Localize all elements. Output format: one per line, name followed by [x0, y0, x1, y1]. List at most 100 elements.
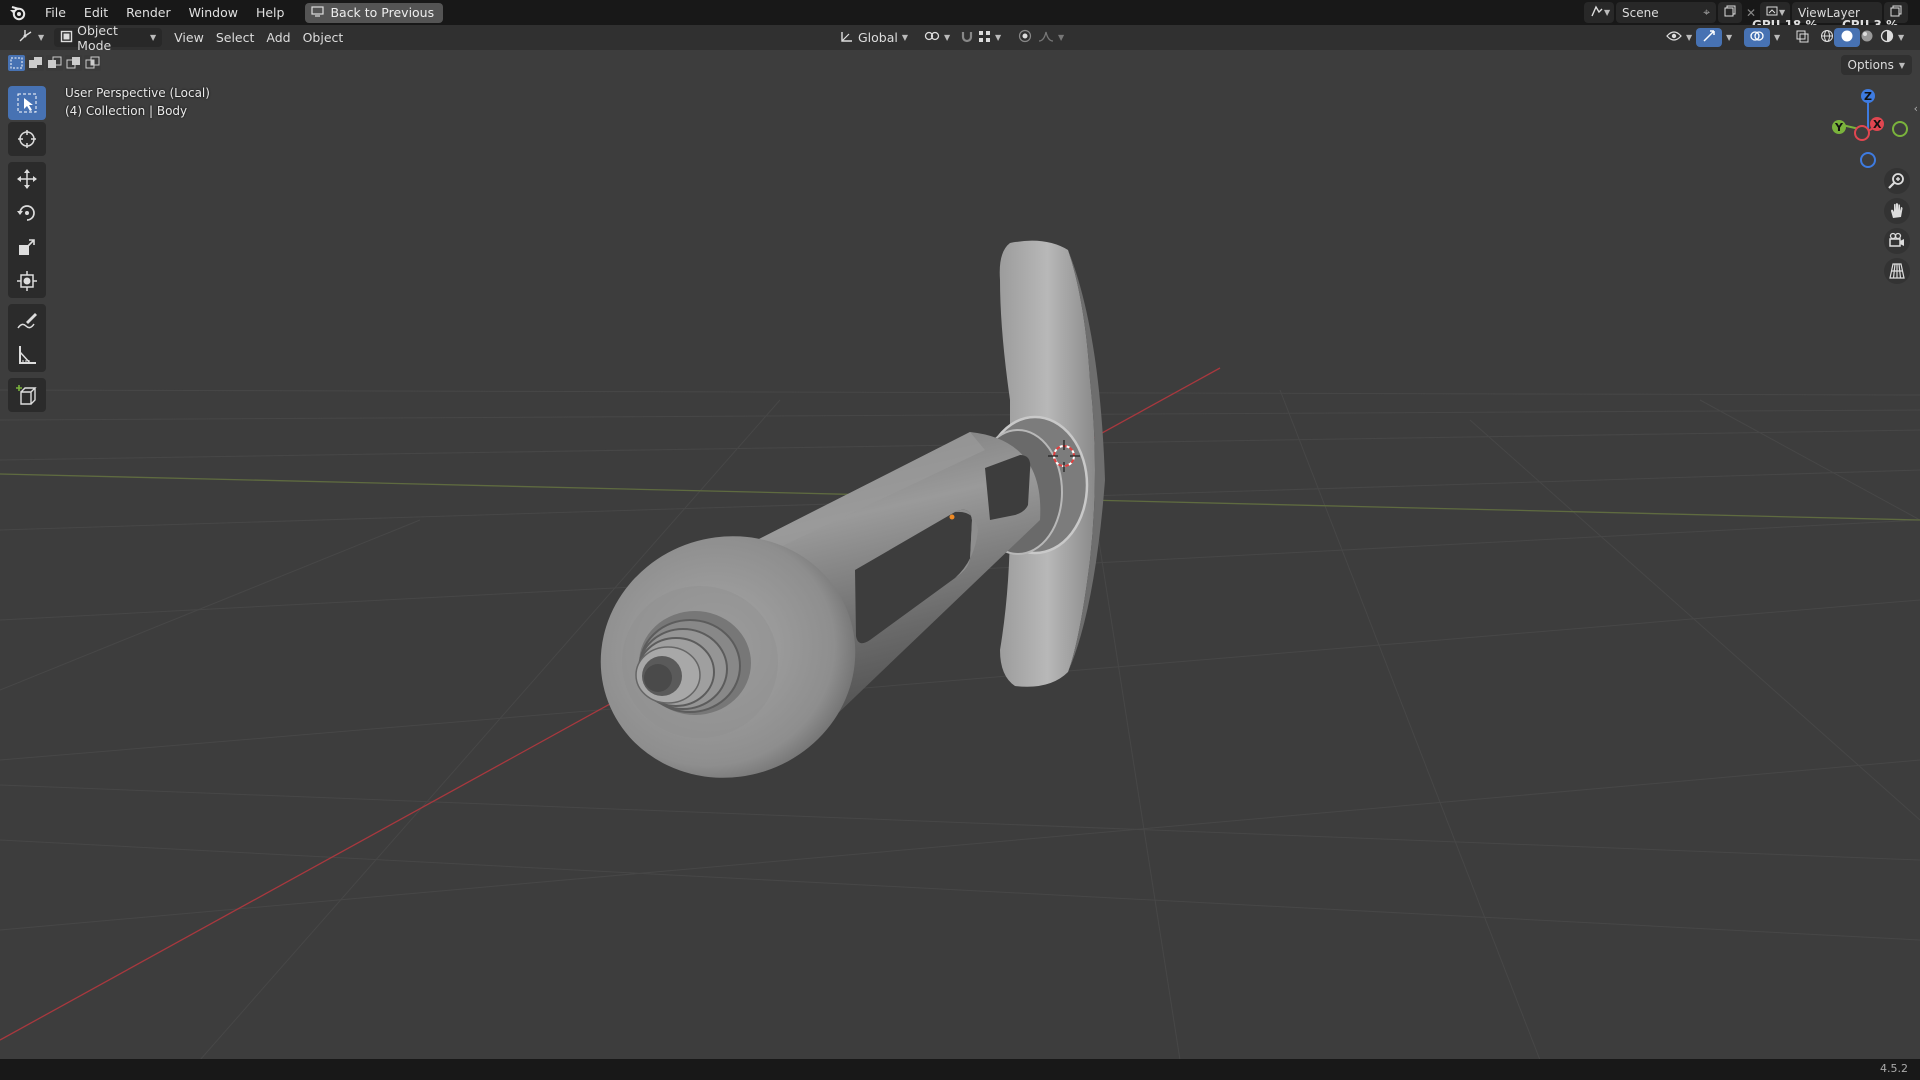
- gizmo-x-label: X: [1873, 118, 1882, 131]
- navigation-gizmo[interactable]: Z X Y: [1824, 80, 1912, 168]
- scene-type-dropdown[interactable]: ▼: [1584, 2, 1614, 23]
- xray-toggle[interactable]: [1790, 28, 1815, 47]
- mode-dropdown[interactable]: Object Mode ▼: [54, 23, 163, 53]
- menu-window[interactable]: Window: [180, 0, 247, 25]
- proportional-falloff-dropdown[interactable]: ▼: [1032, 28, 1070, 47]
- sidebar-toggle-icon[interactable]: ‹: [1914, 102, 1918, 115]
- status-bar: 4.5.2: [0, 1059, 1920, 1080]
- chevron-down-icon: ▼: [1686, 33, 1693, 42]
- transform-orientation-dropdown[interactable]: Global ▼: [834, 28, 914, 47]
- chevron-down-icon: ▼: [1604, 8, 1611, 17]
- falloff-curve-icon: [1038, 30, 1054, 45]
- select-intersect-button[interactable]: [84, 55, 101, 71]
- tool-select-box[interactable]: [8, 86, 46, 120]
- cursor-icon: [18, 130, 36, 148]
- blender-logo-icon[interactable]: [0, 0, 36, 25]
- transform-icon: [17, 271, 37, 291]
- chevron-down-icon: ▼: [901, 33, 909, 42]
- chevron-down-icon: ▼: [1726, 33, 1733, 42]
- xray-icon: [1796, 30, 1809, 46]
- pivot-link-icon: [924, 30, 940, 45]
- magnifier-zoom-icon: [1888, 173, 1904, 189]
- eye-icon: [1666, 30, 1682, 45]
- select-subtract-button[interactable]: [46, 55, 63, 71]
- gizmo-neg-x[interactable]: [1854, 125, 1870, 141]
- scene-name-field[interactable]: Scene ⌖: [1616, 2, 1716, 23]
- select-invert-button[interactable]: [65, 55, 82, 71]
- overlays-toggle[interactable]: [1744, 28, 1770, 47]
- chevron-down-icon: ▼: [995, 33, 1002, 42]
- menu-edit[interactable]: Edit: [75, 0, 117, 25]
- model-body-mesh[interactable]: [569, 240, 1105, 811]
- snap-grid-icon: [978, 30, 991, 46]
- menu-render[interactable]: Render: [117, 0, 180, 25]
- chevron-down-icon: ▼: [150, 33, 157, 42]
- viewport-perspective-label: User Perspective (Local): [65, 86, 210, 100]
- menu-object[interactable]: Object: [297, 28, 350, 47]
- tool-annotate[interactable]: [8, 304, 46, 338]
- pivot-point-dropdown[interactable]: ▼: [918, 28, 956, 47]
- gizmo-y-label: Y: [1834, 121, 1844, 134]
- overlays-dropdown[interactable]: ▼: [1768, 28, 1786, 47]
- object-origin: [949, 514, 955, 520]
- menu-view[interactable]: View: [168, 28, 210, 47]
- tool-measure[interactable]: [8, 338, 46, 372]
- menu-select[interactable]: Select: [210, 28, 261, 47]
- back-to-previous-label: Back to Previous: [330, 5, 435, 20]
- measure-ruler-icon: [19, 346, 36, 364]
- gizmo-neg-z[interactable]: [1860, 152, 1876, 168]
- hand-pan-icon: [1891, 203, 1903, 218]
- menu-help[interactable]: Help: [247, 0, 294, 25]
- tool-add-cube[interactable]: [8, 378, 46, 412]
- solid-sphere-icon: [1840, 29, 1854, 46]
- chevron-down-icon: ▼: [1058, 33, 1065, 42]
- orientation-axes-icon: [840, 30, 854, 46]
- pan-view-button[interactable]: [1884, 198, 1910, 224]
- tool-cursor[interactable]: [8, 122, 46, 156]
- overlays-icon: [1750, 29, 1764, 46]
- zoom-view-button[interactable]: [1884, 168, 1910, 194]
- chevron-down-icon: ▼: [38, 33, 45, 42]
- options-dropdown[interactable]: Options ▼: [1840, 55, 1912, 75]
- tool-move[interactable]: [8, 162, 46, 196]
- screen-icon: [311, 5, 325, 20]
- menu-file[interactable]: File: [36, 0, 75, 25]
- gizmo-neg-y[interactable]: [1892, 121, 1908, 137]
- 3d-viewport-icon: [18, 29, 34, 46]
- select-box-icon: [17, 93, 37, 113]
- object-mode-icon: [60, 30, 73, 46]
- wireframe-sphere-icon: [1820, 29, 1834, 46]
- gizmo-toggle[interactable]: [1696, 28, 1722, 47]
- gizmo-dropdown[interactable]: ▼: [1720, 28, 1738, 47]
- move-icon: [17, 169, 37, 189]
- proportional-edit-icon: [1018, 29, 1032, 46]
- shading-options-dropdown[interactable]: ▼: [1892, 28, 1910, 47]
- gizmo-icon: [1702, 29, 1716, 46]
- menu-add[interactable]: Add: [260, 28, 296, 47]
- toggle-perspective-button[interactable]: [1884, 258, 1910, 284]
- camera-view-button[interactable]: [1884, 228, 1910, 254]
- scale-icon: [19, 239, 35, 255]
- options-label: Options: [1847, 58, 1894, 72]
- pin-icon[interactable]: ⌖: [1703, 5, 1710, 20]
- tool-scale[interactable]: [8, 230, 46, 264]
- scene-name: Scene: [1622, 5, 1659, 20]
- 3d-viewport[interactable]: Z X Y: [0, 50, 1920, 1060]
- back-to-previous-button[interactable]: Back to Previous: [305, 2, 444, 23]
- selection-mode-group: [8, 55, 101, 73]
- tool-rotate[interactable]: [8, 196, 46, 230]
- version-label: 4.5.2: [1880, 1062, 1908, 1075]
- editor-type-dropdown[interactable]: ▼: [12, 28, 50, 47]
- object-visibility-dropdown[interactable]: ▼: [1660, 28, 1698, 47]
- chevron-down-icon: ▼: [1898, 33, 1905, 42]
- select-new-button[interactable]: [8, 55, 25, 71]
- tool-shelf: [8, 86, 46, 412]
- scene-icon: [1590, 4, 1604, 21]
- add-cube-icon: [16, 385, 37, 405]
- snap-target-dropdown[interactable]: ▼: [972, 28, 1007, 47]
- chevron-down-icon: ▼: [1774, 33, 1781, 42]
- new-scene-button[interactable]: [1718, 2, 1742, 23]
- select-extend-button[interactable]: [27, 55, 44, 71]
- chevron-down-icon: ▼: [1898, 60, 1905, 70]
- tool-transform[interactable]: [8, 264, 46, 298]
